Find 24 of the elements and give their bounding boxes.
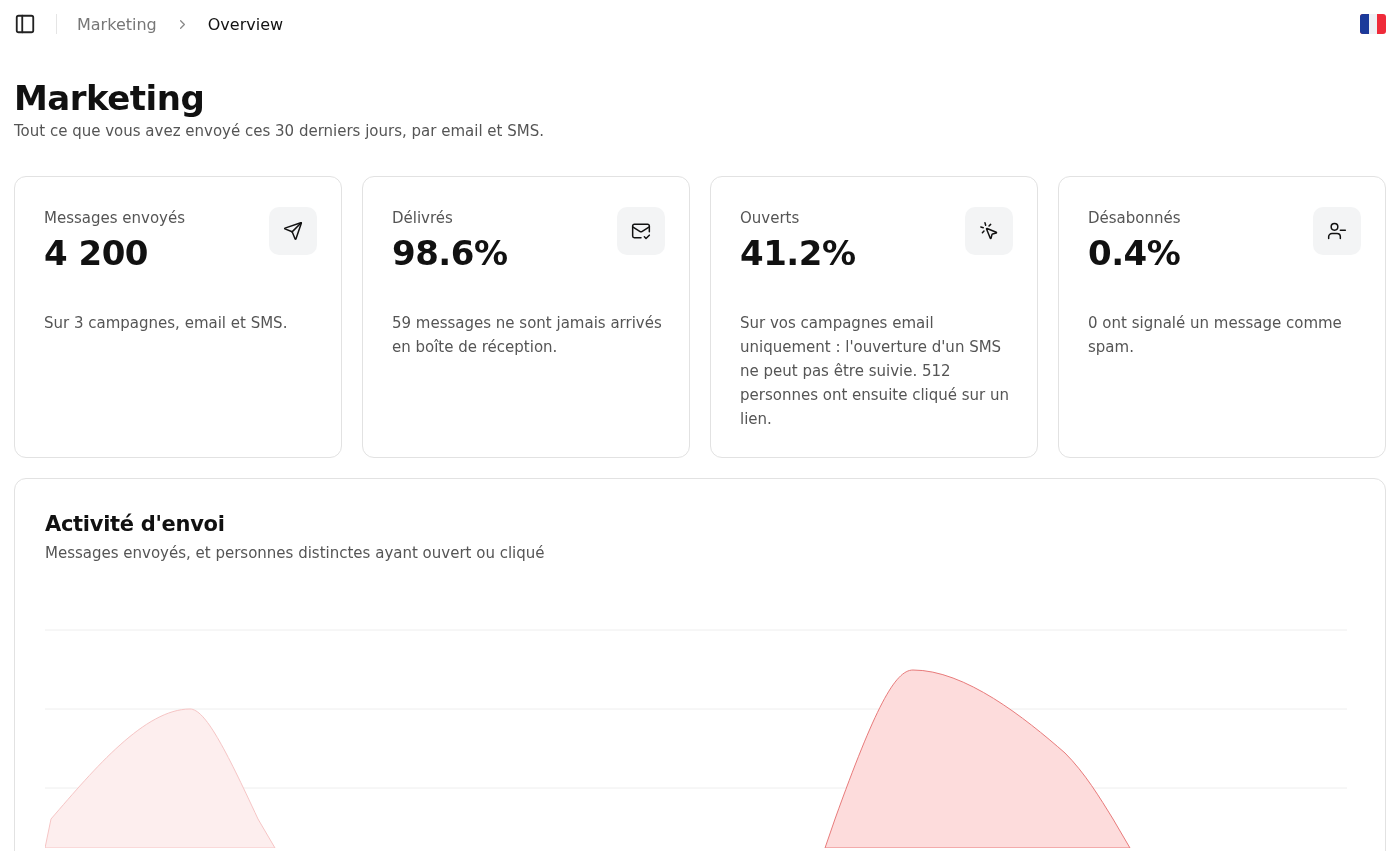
sidebar-toggle-button[interactable] bbox=[14, 13, 36, 35]
mail-check-icon bbox=[617, 207, 665, 255]
flag-icon[interactable] bbox=[1360, 14, 1386, 34]
stat-note: Sur vos campagnes email uniquement : l'ouverture d'un SMS ne peut pas être suivie. 512 personnes ont ensuite cliqué sur un lien. bbox=[740, 313, 1011, 430]
stat-label: Délivrés bbox=[392, 209, 454, 227]
breadcrumb-link[interactable]: Overview bbox=[207, 14, 284, 34]
user-minus-icon bbox=[1313, 207, 1361, 255]
stat-label: Ouverts bbox=[740, 209, 801, 227]
stat-value: 41.2% bbox=[740, 233, 856, 273]
stat-value: 98.6% bbox=[392, 233, 508, 273]
stat-note: 0 ont signalé un message comme spam. bbox=[1088, 313, 1343, 358]
stat-label: Désabonnés bbox=[1088, 209, 1181, 227]
chart-title: Activité d'envoi bbox=[45, 512, 226, 536]
page-subtitle: Tout ce que vous avez envoyé ces 30 derniers jours, par email et SMS. bbox=[14, 122, 545, 140]
stat-value: 0.4% bbox=[1088, 233, 1181, 273]
stat-label: Messages envoyés bbox=[44, 209, 186, 227]
stat-note: Sur 3 campagnes, email et SMS. bbox=[44, 313, 289, 334]
stat-value: 4 200 bbox=[44, 233, 149, 273]
stat-note: 59 messages ne sont jamais arrivés en boîte de réception. bbox=[392, 313, 663, 358]
send-icon bbox=[269, 207, 317, 255]
pointer-click-icon bbox=[965, 207, 1013, 255]
chart-subtitle: Messages envoyés, et personnes distinctes ayant ouvert ou cliqué bbox=[45, 544, 546, 562]
breadcrumb-link[interactable]: Marketing bbox=[77, 14, 157, 34]
page-title: Marketing bbox=[14, 78, 206, 118]
